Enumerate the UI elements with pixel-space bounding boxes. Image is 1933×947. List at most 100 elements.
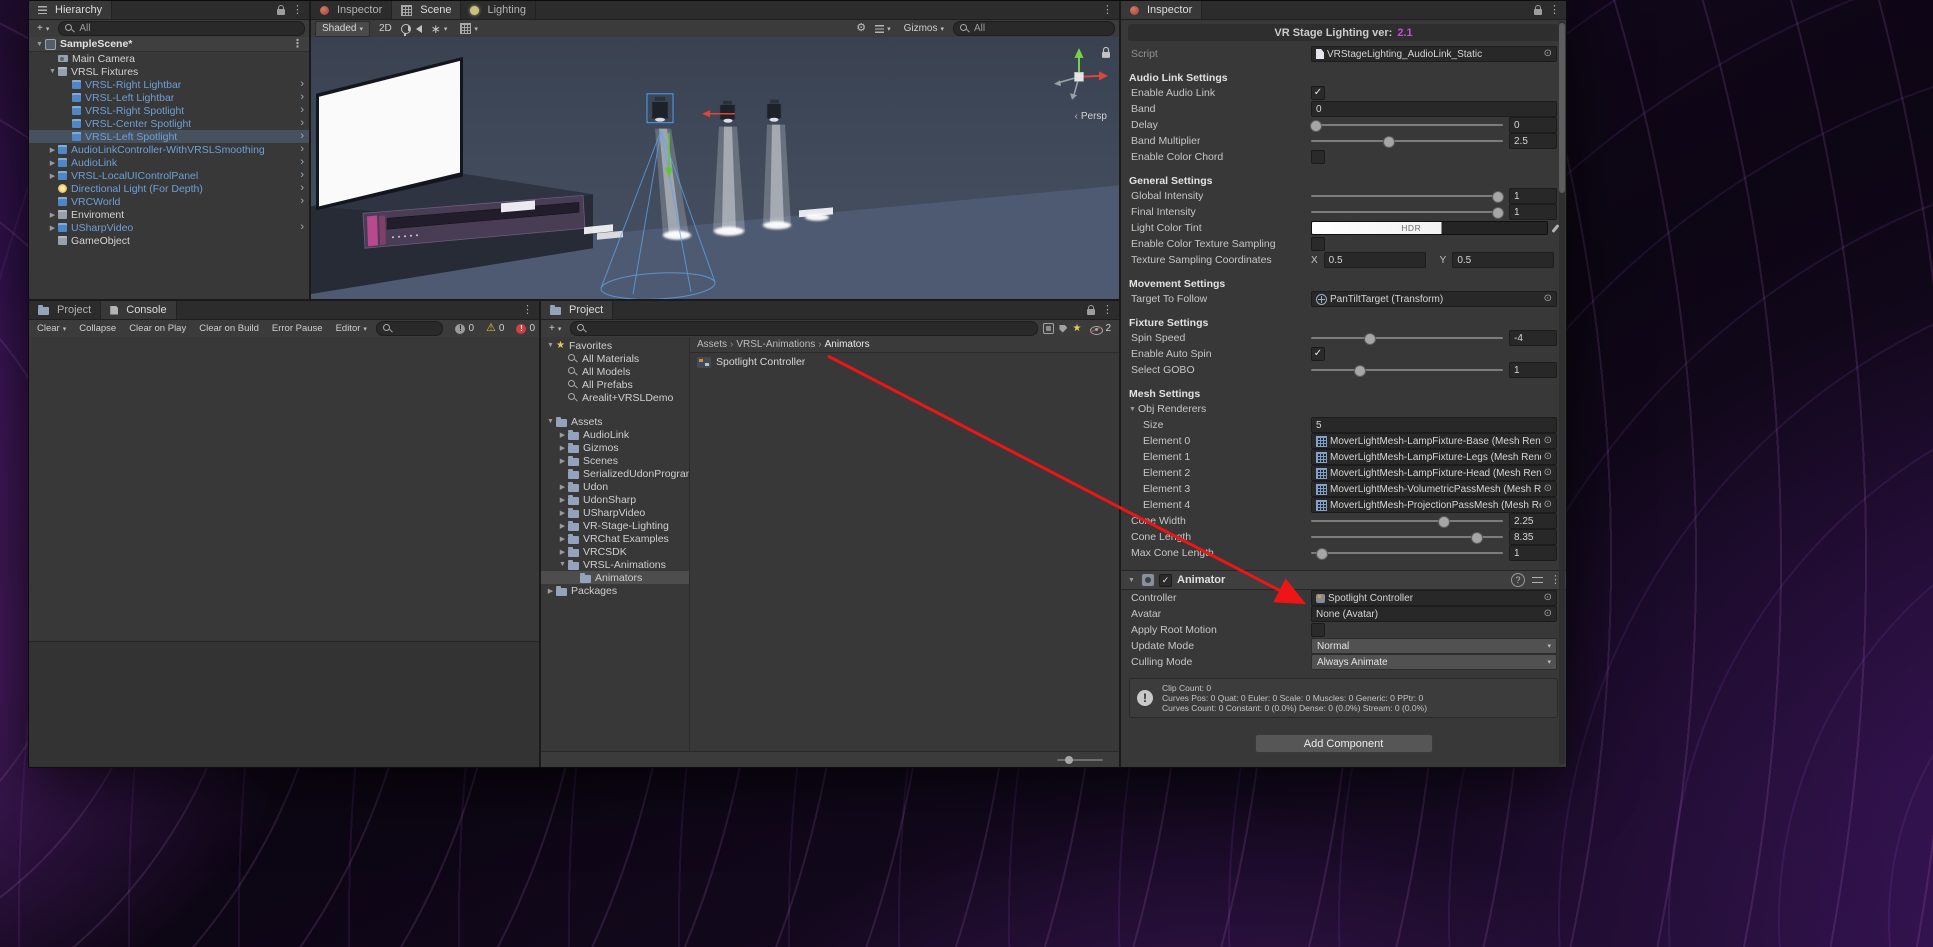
breadcrumb-segment[interactable]: VRSL-Animations bbox=[736, 339, 815, 350]
clear-on-play-button[interactable]: Clear on Play bbox=[125, 323, 190, 334]
slider-handle[interactable] bbox=[1382, 136, 1395, 148]
project-tree-item-all-prefabs[interactable]: All Prefabs bbox=[541, 378, 689, 391]
project-tree-item-animators[interactable]: Animators bbox=[541, 571, 689, 584]
prefab-open-chevron[interactable] bbox=[300, 130, 304, 143]
tab-inspector-docked[interactable]: Inspector bbox=[311, 1, 393, 19]
foldout-icon[interactable] bbox=[557, 522, 568, 530]
object-field[interactable]: PanTiltTarget (Transform) bbox=[1311, 291, 1557, 307]
hierarchy-item-vrsl-fixtures[interactable]: VRSL Fixtures bbox=[29, 65, 309, 78]
tools-icon[interactable] bbox=[856, 23, 866, 34]
slider-value-field[interactable]: 0 bbox=[1509, 117, 1557, 133]
error-count-toggle[interactable]: 0 bbox=[516, 323, 535, 334]
project-tree-item-assets[interactable]: Assets bbox=[541, 415, 689, 428]
object-field[interactable]: MoverLightMesh-VolumetricPassMesh (Mesh … bbox=[1311, 481, 1557, 497]
spotlight-fixture[interactable] bbox=[766, 99, 782, 122]
foldout-icon[interactable] bbox=[47, 224, 58, 232]
object-picker-icon[interactable] bbox=[1544, 484, 1552, 494]
slider-handle[interactable] bbox=[1471, 532, 1484, 544]
foldout-icon[interactable] bbox=[557, 496, 568, 504]
object-picker-icon[interactable] bbox=[1544, 593, 1552, 603]
slider-handle[interactable] bbox=[1492, 207, 1505, 219]
slider[interactable] bbox=[1311, 191, 1505, 203]
slider-value-field[interactable]: 2.25 bbox=[1509, 513, 1557, 529]
prefab-open-chevron[interactable] bbox=[300, 117, 304, 130]
breadcrumb-segment[interactable]: Assets bbox=[697, 339, 727, 350]
tab-scene[interactable]: Scene bbox=[392, 1, 462, 19]
object-picker-icon[interactable] bbox=[1544, 294, 1552, 304]
effects-dropdown[interactable] bbox=[427, 24, 452, 34]
slider[interactable] bbox=[1311, 516, 1503, 528]
console-search-input[interactable] bbox=[375, 321, 444, 336]
foldout-icon[interactable] bbox=[557, 548, 568, 556]
project-tree-item-vrsl-animations[interactable]: VRSL-Animations bbox=[541, 558, 689, 571]
color-field[interactable]: HDR bbox=[1311, 221, 1548, 235]
breadcrumb-segment[interactable]: Animators bbox=[825, 339, 870, 350]
project-tree-item-all-materials[interactable]: All Materials bbox=[541, 352, 689, 365]
collapse-button[interactable]: Collapse bbox=[75, 323, 120, 334]
hierarchy-item-vrsl-right-lightbar[interactable]: VRSL-Right Lightbar bbox=[29, 78, 309, 91]
slider-value-field[interactable]: 2.5 bbox=[1509, 133, 1557, 149]
object-field[interactable]: Spotlight Controller bbox=[1311, 590, 1557, 606]
spotlight-fixture[interactable] bbox=[719, 100, 736, 123]
slider-value-field[interactable]: -4 bbox=[1509, 330, 1557, 346]
text-field[interactable]: 5 bbox=[1311, 417, 1557, 433]
kebab-menu-icon[interactable] bbox=[1102, 305, 1113, 316]
foldout-icon[interactable] bbox=[545, 342, 556, 349]
foldout-icon[interactable] bbox=[557, 444, 568, 452]
scene-viewport[interactable]: Persp bbox=[311, 37, 1119, 299]
object-picker-icon[interactable] bbox=[1544, 436, 1552, 446]
hierarchy-item-directional-light-for-depth[interactable]: Directional Light (For Depth) bbox=[29, 182, 309, 195]
object-field[interactable]: None (Avatar) bbox=[1311, 606, 1557, 622]
orientation-gizmo[interactable] bbox=[1054, 47, 1108, 100]
clear-button[interactable]: Clear bbox=[33, 323, 70, 334]
presets-icon[interactable] bbox=[1532, 575, 1543, 585]
object-field[interactable]: MoverLightMesh-LampFixture-Head (Mesh Re… bbox=[1311, 465, 1557, 481]
slider-value-field[interactable]: 1 bbox=[1509, 188, 1557, 204]
editor-dropdown[interactable]: Editor bbox=[332, 323, 371, 334]
project-tree-item-arealit-vrsldemo[interactable]: Arealit+VRSLDemo bbox=[541, 391, 689, 404]
thumbnail-zoom-slider[interactable] bbox=[1057, 756, 1103, 764]
project-tree-item-packages[interactable]: Packages bbox=[541, 584, 689, 597]
slider[interactable] bbox=[1311, 548, 1503, 560]
prefab-open-chevron[interactable] bbox=[300, 91, 304, 104]
object-field[interactable]: VRStageLighting_AudioLink_Static bbox=[1311, 46, 1557, 62]
view-options-dropdown[interactable] bbox=[871, 24, 895, 33]
hierarchy-item-vrcworld[interactable]: VRCWorld bbox=[29, 195, 309, 208]
slider[interactable] bbox=[1311, 365, 1503, 377]
hierarchy-item-enviroment[interactable]: Enviroment bbox=[29, 208, 309, 221]
component-enabled-checkbox[interactable] bbox=[1159, 573, 1172, 587]
project-tree-item-gizmos[interactable]: Gizmos bbox=[541, 441, 689, 454]
kebab-menu-icon[interactable] bbox=[522, 305, 533, 316]
foldout-icon[interactable] bbox=[557, 431, 568, 439]
foldout-icon[interactable] bbox=[47, 159, 58, 167]
slider-handle[interactable] bbox=[1309, 120, 1322, 132]
slider-value-field[interactable]: 1 bbox=[1509, 545, 1557, 561]
add-component-button[interactable]: Add Component bbox=[1254, 734, 1433, 753]
grid-visibility-dropdown[interactable] bbox=[456, 23, 482, 34]
project-search-input[interactable] bbox=[570, 321, 1039, 336]
foldout-icon[interactable] bbox=[557, 483, 568, 491]
hierarchy-item-audiolink[interactable]: AudioLink bbox=[29, 156, 309, 169]
tab-console[interactable]: Console bbox=[101, 301, 177, 319]
foldout-icon[interactable] bbox=[557, 535, 568, 543]
project-tree-item-serializedudonprogran[interactable]: SerializedUdonProgran bbox=[541, 467, 689, 480]
project-tree-item-scenes[interactable]: Scenes bbox=[541, 454, 689, 467]
project-tree-item-vrchat-examples[interactable]: VRChat Examples bbox=[541, 532, 689, 545]
object-field[interactable]: MoverLightMesh-ProjectionPassMesh (Mesh … bbox=[1311, 497, 1557, 513]
checkbox[interactable] bbox=[1311, 150, 1325, 164]
project-tree-item-audiolink[interactable]: AudioLink bbox=[541, 428, 689, 441]
kebab-menu-icon[interactable] bbox=[1102, 5, 1113, 16]
hidden-packages-toggle[interactable]: 2 bbox=[1086, 323, 1115, 335]
slider-handle[interactable] bbox=[1438, 516, 1451, 528]
foldout-icon[interactable] bbox=[557, 457, 568, 465]
error-pause-button[interactable]: Error Pause bbox=[268, 323, 327, 334]
prefab-open-chevron[interactable] bbox=[300, 104, 304, 117]
slider-value-field[interactable]: 1 bbox=[1509, 362, 1557, 378]
prefab-open-chevron[interactable] bbox=[300, 156, 304, 169]
hierarchy-item-vrsl-right-spotlight[interactable]: VRSL-Right Spotlight bbox=[29, 104, 309, 117]
hierarchy-item-usharpvideo[interactable]: USharpVideo bbox=[29, 221, 309, 234]
foldout-icon[interactable] bbox=[557, 561, 568, 568]
foldout-icon[interactable] bbox=[47, 68, 58, 75]
x-field[interactable]: 0.5 bbox=[1323, 252, 1426, 268]
slider[interactable] bbox=[1311, 333, 1503, 345]
